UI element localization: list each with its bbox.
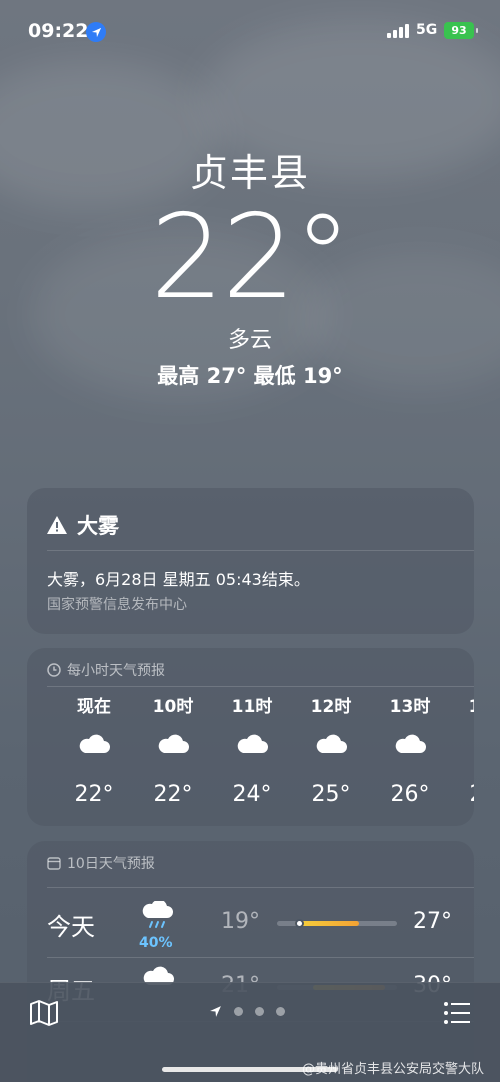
hourly-time: 14时 [454,696,474,722]
hourly-forecast-header: 每小时天气预报 [47,660,165,680]
current-temperature: 22° [0,190,500,325]
clock-icon [47,663,61,677]
day-weather-icon [141,899,181,931]
hourly-item: 11时 24° [217,696,287,810]
day-low-temperature: 19° [221,909,260,934]
daily-forecast-header: 10日天气预报 [47,853,155,873]
cloud-icon [79,734,110,753]
cloud-icon [237,734,268,753]
hourly-icon [59,722,129,766]
status-time: 09:22 [28,20,89,42]
signal-icon [387,24,409,38]
cloud-icon [316,734,347,753]
hourly-item: 12时 25° [296,696,366,810]
hourly-time: 13时 [389,697,431,717]
cloud-icon [158,734,189,753]
page-dot[interactable] [234,1007,243,1016]
hourly-time: 现在 [77,697,111,717]
page-dot[interactable] [276,1007,285,1016]
city-name: 贞丰县 [189,151,310,195]
status-bar: 09:22 5G 93 [0,0,500,64]
hourly-icon [217,722,287,766]
calendar-icon [47,857,61,870]
hourly-temperature: 27° [454,780,475,810]
daily-row[interactable]: 今天 40% 19° 27° [27,895,474,955]
temperature-range-fill [295,921,359,926]
day-high-temperature: 27° [413,909,452,934]
hourly-icon [296,722,366,766]
cloud-rain-icon [142,899,173,928]
day-label: 今天 [47,913,95,941]
map-icon[interactable] [28,999,60,1027]
hourly-forecast-card[interactable]: 每小时天气预报 现在 22° 10时 22° 11时 24° 12时 25° 13时 26° 14时… [27,648,474,826]
hourly-item: 13时 26° [375,696,445,810]
alert-title: 大雾 [77,514,119,538]
hourly-temperature: 22° [153,782,193,807]
hourly-item: 10时 22° [138,696,208,810]
hourly-temperature: 25° [311,782,351,807]
daily-divider [47,957,474,958]
hourly-time: 11时 [231,697,273,717]
battery-icon: 93 [444,22,478,39]
warning-icon [47,516,67,534]
high-low-temperature: 最高 27° 最低 19° [157,364,343,388]
weather-condition: 多云 [227,328,272,353]
current-temperature-value: 22° [150,190,352,325]
alert-divider [47,550,474,551]
page-indicator[interactable] [209,1005,285,1018]
hourly-divider [47,686,474,687]
page-dot[interactable] [255,1007,264,1016]
daily-divider [47,887,474,888]
alert-source: 国家预警信息发布中心 [47,597,187,613]
watermark: @贵州省贞丰县公安局交警大队 [302,1062,485,1077]
alert-header: 大雾 [47,510,119,540]
temperature-range-bar [277,919,397,928]
hourly-icon [454,722,474,766]
cloud-icon [472,733,474,755]
current-location-icon[interactable] [209,1005,222,1018]
hourly-item: 现在 22° [59,696,129,810]
hourly-time: 12时 [310,697,352,717]
location-arrow-icon [86,22,106,42]
precipitation-chance: 40% [139,935,173,951]
hourly-icon [138,722,208,766]
hourly-temperature: 22° [74,782,114,807]
hourly-icon [375,722,445,766]
hourly-temperature: 26° [390,782,430,807]
hourly-forecast-list[interactable]: 现在 22° 10时 22° 11时 24° 12时 25° 13时 26° 14时 27° [27,696,475,816]
network-type: 5G [416,22,438,38]
alert-description: 大雾，6月28日 星期五 05:43结束。 [47,570,310,589]
cloud-icon [395,734,426,753]
daily-forecast-title: 10日天气预报 [67,856,155,872]
hourly-time: 10时 [152,697,194,717]
hourly-item: 14时 27° [454,696,474,810]
current-temperature-dot [294,919,304,928]
hourly-forecast-title: 每小时天气预报 [67,663,165,679]
list-icon[interactable] [441,999,473,1027]
hourly-temperature: 24° [232,782,272,807]
weather-alert-card[interactable]: 大雾 大雾，6月28日 星期五 05:43结束。 国家预警信息发布中心 [27,488,474,634]
battery-level: 93 [451,24,467,37]
